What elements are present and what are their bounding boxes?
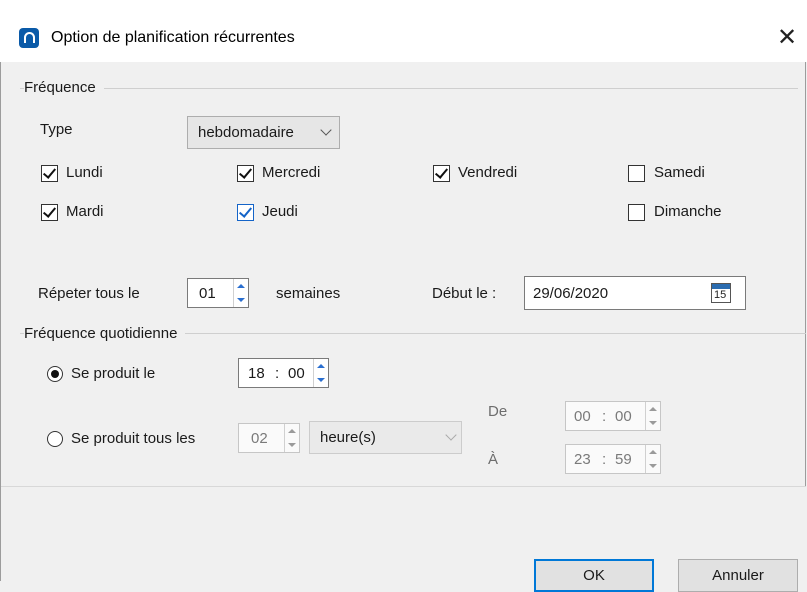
type-select-value: hebdomadaire: [198, 124, 294, 141]
repeat-label: Répeter tous le: [38, 285, 140, 302]
once-time-stepper[interactable]: 18 : 00: [238, 358, 329, 388]
repeat-stepper[interactable]: 01: [187, 278, 249, 308]
frequence-group-line: [20, 88, 798, 89]
app-icon: [19, 28, 39, 48]
from-label: De: [488, 403, 508, 420]
title-bar: Option de planification récurrentes ✕: [0, 14, 807, 62]
quotidienne-group-title: Fréquence quotidienne: [24, 325, 186, 342]
background-window-strip: [0, 0, 807, 14]
to-time-stepper[interactable]: 23 : 59: [565, 444, 661, 474]
label-lundi: Lundi: [66, 164, 103, 181]
once-hour: 18: [248, 365, 265, 382]
checkbox-vendredi[interactable]: [433, 165, 450, 182]
to-hour: 23: [574, 451, 591, 468]
close-icon[interactable]: ✕: [775, 23, 799, 52]
label-mardi: Mardi: [66, 203, 104, 220]
to-label: À: [488, 451, 499, 468]
label-mercredi: Mercredi: [262, 164, 321, 181]
checkbox-dimanche[interactable]: [628, 204, 645, 221]
checkbox-mardi[interactable]: [41, 204, 58, 221]
to-minute: 59: [615, 451, 632, 468]
label-jeudi: Jeudi: [262, 203, 298, 220]
from-hour: 00: [574, 408, 591, 425]
every-label: Se produit tous les: [71, 430, 196, 447]
type-select[interactable]: hebdomadaire: [187, 116, 340, 149]
cancel-button[interactable]: Annuler: [678, 559, 798, 592]
window-title: Option de planification récurrentes: [51, 29, 295, 46]
from-spin-arrows[interactable]: [645, 402, 660, 430]
ok-button[interactable]: OK: [534, 559, 654, 592]
time-separator: :: [602, 408, 607, 425]
calendar-icon[interactable]: 15: [711, 283, 731, 303]
from-time-stepper[interactable]: 00 : 00: [565, 401, 661, 431]
checkbox-lundi[interactable]: [41, 165, 58, 182]
every-value: 02: [251, 430, 268, 447]
dialog-footer: OK Annuler: [1, 486, 806, 592]
start-label: Début le :: [432, 285, 497, 302]
every-unit-select[interactable]: heure(s): [309, 421, 462, 454]
radio-every[interactable]: [47, 431, 63, 447]
once-spin-arrows[interactable]: [313, 359, 328, 387]
every-spin-arrows[interactable]: [284, 424, 299, 452]
type-label: Type: [40, 121, 73, 138]
checkbox-mercredi[interactable]: [237, 165, 254, 182]
every-stepper[interactable]: 02: [238, 423, 300, 453]
once-label: Se produit le: [71, 365, 156, 382]
from-minute: 00: [615, 408, 632, 425]
chevron-down-icon: [320, 124, 332, 136]
label-vendredi: Vendredi: [458, 164, 518, 181]
time-separator: :: [275, 365, 280, 382]
start-date-field[interactable]: 29/06/2020 15: [524, 276, 746, 310]
repeat-value: 01: [199, 285, 216, 302]
every-unit-value: heure(s): [320, 429, 376, 446]
chevron-down-icon: [445, 429, 457, 441]
start-date-value: 29/06/2020: [533, 285, 609, 302]
label-samedi: Samedi: [654, 164, 705, 181]
once-minute: 00: [288, 365, 305, 382]
to-spin-arrows[interactable]: [645, 445, 660, 473]
time-separator: :: [602, 451, 607, 468]
label-dimanche: Dimanche: [654, 203, 722, 220]
radio-once[interactable]: [47, 366, 63, 382]
checkbox-samedi[interactable]: [628, 165, 645, 182]
checkbox-jeudi[interactable]: [237, 204, 254, 221]
repeat-unit-label: semaines: [276, 285, 341, 302]
calendar-day: 15: [714, 289, 727, 301]
frequence-group-title: Fréquence: [24, 79, 104, 96]
repeat-spin-arrows[interactable]: [233, 279, 248, 307]
